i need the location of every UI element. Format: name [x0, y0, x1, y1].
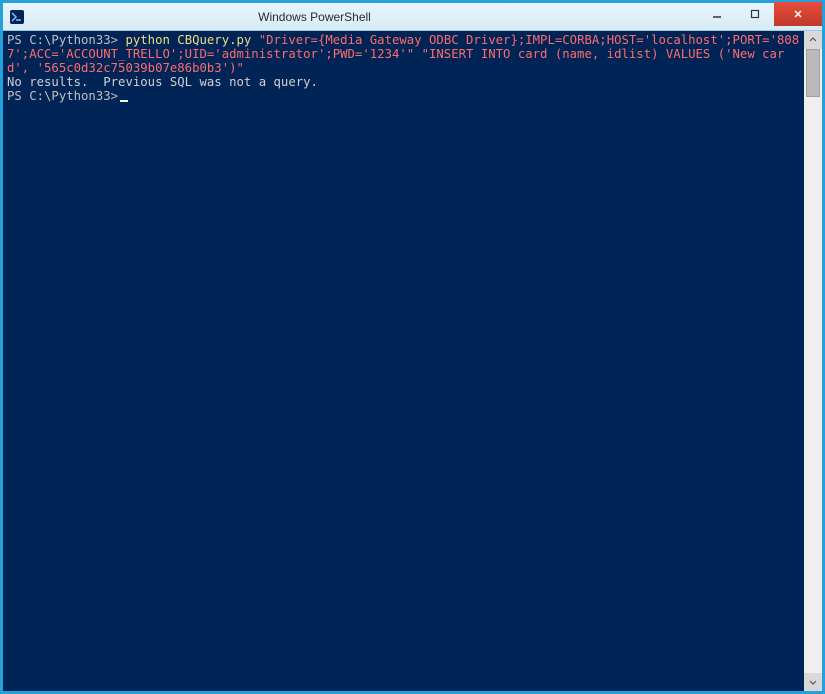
maximize-button[interactable]: [736, 2, 774, 26]
scroll-down-button[interactable]: [804, 673, 822, 691]
powershell-window: Windows PowerShell PS C:\Python33> pytho…: [0, 0, 825, 694]
chevron-up-icon: [809, 36, 817, 44]
prompt: PS C:\Python33>: [7, 89, 118, 103]
terminal-area[interactable]: PS C:\Python33> python CBQuery.py "Drive…: [3, 31, 822, 691]
prompt: PS C:\Python33>: [7, 33, 118, 47]
window-controls: [698, 3, 822, 30]
output-line: No results. Previous SQL was not a query…: [7, 75, 318, 89]
minimize-button[interactable]: [698, 2, 736, 26]
close-button[interactable]: [774, 2, 822, 26]
scroll-up-button[interactable]: [804, 31, 822, 49]
powershell-app-icon: [9, 9, 25, 25]
command-program: python: [118, 33, 170, 47]
command-script: CBQuery.py: [170, 33, 251, 47]
chevron-down-icon: [809, 678, 817, 686]
vertical-scrollbar[interactable]: [804, 31, 822, 691]
window-title: Windows PowerShell: [31, 10, 698, 24]
cursor: [120, 100, 128, 102]
terminal-output[interactable]: PS C:\Python33> python CBQuery.py "Drive…: [3, 31, 804, 691]
scroll-track[interactable]: [804, 49, 822, 673]
titlebar[interactable]: Windows PowerShell: [3, 3, 822, 31]
scroll-thumb[interactable]: [806, 49, 820, 97]
